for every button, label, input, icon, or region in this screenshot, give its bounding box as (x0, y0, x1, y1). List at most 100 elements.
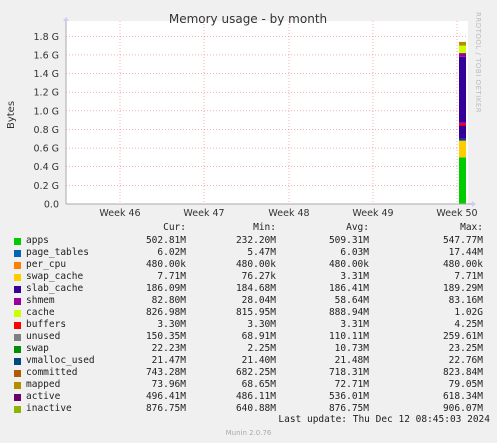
data-bar-segment (459, 122, 466, 124)
legend-value-min: 2.25M (247, 343, 276, 354)
legend-value-max: 618.34M (442, 391, 483, 402)
legend-row-committed: committed 743.28M 682.25M 718.31M 823.84M (0, 367, 497, 379)
legend-header-avg: Avg: (346, 222, 369, 233)
legend-swatch (14, 346, 21, 353)
legend-series-name: active (26, 391, 61, 402)
legend-row-buffers: buffers 3.30M 3.30M 3.31M 4.25M (0, 319, 497, 331)
y-tick-label: 1.4 G (34, 69, 60, 80)
legend-row-active: active 496.41M 486.11M 536.01M 618.34M (0, 391, 497, 403)
legend-value-cur: 186.09M (145, 283, 186, 294)
legend-swatch (14, 358, 21, 365)
legend-value-cur: 502.81M (145, 235, 186, 246)
legend-value-min: 232.20M (235, 235, 276, 246)
legend-series-name: buffers (26, 319, 67, 330)
legend-value-max: 189.29M (442, 283, 483, 294)
legend-value-avg: 876.75M (328, 403, 369, 414)
legend-value-cur: 21.47M (151, 355, 186, 366)
legend-swatch (14, 382, 21, 389)
data-bar-segment (459, 138, 466, 141)
legend-value-avg: 509.31M (328, 235, 369, 246)
legend-value-min: 76.27k (241, 271, 276, 282)
legend-value-max: 480.00k (442, 259, 483, 270)
x-tick-label: Week 47 (183, 208, 224, 219)
legend-value-max: 4.25M (454, 319, 483, 330)
legend-swatch (14, 334, 21, 341)
legend-swatch (14, 250, 21, 257)
legend-value-cur: 496.41M (145, 391, 186, 402)
legend-value-avg: 3.31M (340, 271, 369, 282)
legend-series-name: mapped (26, 379, 61, 390)
legend-value-cur: 73.96M (151, 379, 186, 390)
legend-row-unused: unused 150.35M 68.91M 110.11M 259.61M (0, 331, 497, 343)
y-axis-arrow (63, 17, 69, 21)
y-tick-label: 1.6 G (34, 50, 60, 61)
legend-value-max: 1.02G (454, 307, 483, 318)
legend-series-name: per_cpu (26, 259, 67, 270)
legend-header-min: Min: (253, 222, 276, 233)
legend-row-page-tables: page_tables 6.02M 5.47M 6.03M 17.44M (0, 247, 497, 259)
legend-value-min: 640.88M (235, 403, 276, 414)
data-bar-segment (459, 123, 466, 139)
legend-header-cur: Cur: (163, 222, 186, 233)
legend-value-max: 79.05M (448, 379, 483, 390)
legend-row-shmem: shmem 82.80M 28.04M 58.64M 83.16M (0, 295, 497, 307)
legend-series-name: apps (26, 235, 49, 246)
legend-value-cur: 150.35M (145, 331, 186, 342)
x-axis-arrow (472, 201, 476, 207)
x-tick-label: Week 46 (99, 208, 140, 219)
last-update: Last update: Thu Dec 12 08:45:03 2024 (278, 414, 490, 425)
y-tick-label: 1.8 G (34, 32, 60, 43)
legend-value-min: 815.95M (235, 307, 276, 318)
legend-row-apps: apps 502.81M 232.20M 509.31M 547.77M (0, 235, 497, 247)
legend-series-name: page_tables (26, 247, 89, 258)
y-tick-label: 1.2 G (34, 88, 60, 99)
legend-value-avg: 6.03M (340, 247, 369, 258)
legend-value-min: 486.11M (235, 391, 276, 402)
legend-value-max: 17.44M (448, 247, 483, 258)
legend-series-name: inactive (26, 403, 72, 414)
legend-series-name: swap_cache (26, 271, 84, 282)
y-tick-label: 0.8 G (34, 125, 60, 136)
legend-series-name: committed (26, 367, 78, 378)
rrdtool-watermark: RRDTOOL / TOBI OETIKER (474, 12, 482, 114)
legend-value-cur: 743.28M (145, 367, 186, 378)
legend-series-name: swap (26, 343, 49, 354)
y-tick-label: 0.6 G (34, 144, 60, 155)
legend-series-name: vmalloc_used (26, 355, 95, 366)
legend-row-swap: swap 22.23M 2.25M 10.73M 23.25M (0, 343, 497, 355)
legend-series-name: cache (26, 307, 55, 318)
legend-value-cur: 7.71M (157, 271, 186, 282)
y-tick-label: 0.0 (44, 200, 59, 211)
legend-value-max: 906.07M (442, 403, 483, 414)
data-bar-segment (459, 45, 466, 54)
legend-value-cur: 480.00k (145, 259, 186, 270)
legend-value-min: 5.47M (247, 247, 276, 258)
legend-value-cur: 6.02M (157, 247, 186, 258)
legend-swatch (14, 370, 21, 377)
legend-value-avg: 58.64M (334, 295, 369, 306)
x-tick-label: Week 48 (268, 208, 309, 219)
legend-value-avg: 3.31M (340, 319, 369, 330)
legend-value-avg: 72.71M (334, 379, 369, 390)
munin-version: Munin 2.0.76 (225, 429, 272, 437)
legend-value-avg: 480.00k (328, 259, 369, 270)
data-bar-segment (459, 140, 466, 158)
legend-value-min: 480.00k (235, 259, 276, 270)
legend-value-min: 21.40M (241, 355, 276, 366)
legend-value-cur: 3.30M (157, 319, 186, 330)
y-tick-label: 1.0 G (34, 106, 60, 117)
legend-value-max: 259.61M (442, 331, 483, 342)
legend-swatch (14, 286, 21, 293)
legend-value-cur: 82.80M (151, 295, 186, 306)
legend-swatch (14, 322, 21, 329)
legend-row-swap-cache: swap_cache 7.71M 76.27k 3.31M 7.71M (0, 271, 497, 283)
legend-value-min: 3.30M (247, 319, 276, 330)
chart-frame: Memory usage - by month Bytes 0.0 0.2 G 0.4 … (0, 0, 497, 443)
legend-value-min: 184.68M (235, 283, 276, 294)
legend-value-max: 547.77M (442, 235, 483, 246)
data-bar-segment (459, 157, 466, 204)
data-bar-segment (459, 53, 466, 57)
legend-value-min: 682.25M (235, 367, 276, 378)
legend-value-cur: 876.75M (145, 403, 186, 414)
legend-row-per-cpu: per_cpu 480.00k 480.00k 480.00k 480.00k (0, 259, 497, 271)
